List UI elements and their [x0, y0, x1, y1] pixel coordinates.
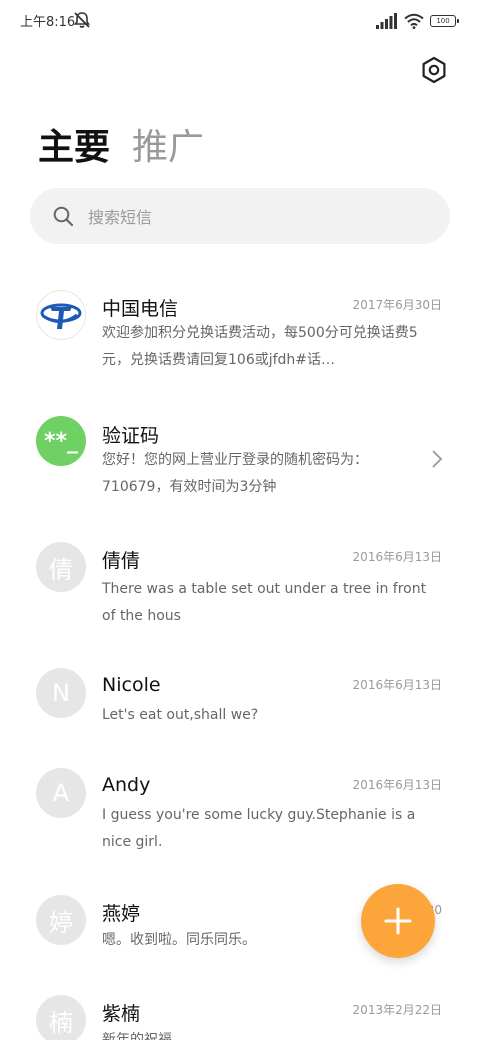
search-bar[interactable] — [30, 188, 450, 244]
status-bar: 上午8:16 100 — [0, 0, 480, 40]
message-date: 2016年6月13日 — [352, 550, 442, 564]
avatar: 楠 — [36, 995, 86, 1040]
contact-name: Andy — [102, 774, 151, 796]
search-input[interactable] — [86, 202, 430, 232]
category-tabs: 主要 推广 — [38, 118, 204, 170]
contact-name: 燕婷 — [102, 903, 141, 925]
conversation-item[interactable]: 倩 倩倩 2016年6月13日 There was a table set ou… — [0, 532, 480, 642]
bell-muted-icon — [73, 12, 91, 28]
status-icons: 100 — [376, 12, 459, 30]
tab-main[interactable]: 主要 — [38, 118, 110, 170]
avatar: N — [36, 668, 86, 718]
conversation-item[interactable]: 楠 紫楠 2013年2月22日 新年的祝福 — [0, 985, 480, 1040]
message-preview: 新年的祝福 — [102, 1032, 172, 1040]
chevron-right-icon[interactable] — [430, 449, 444, 469]
conversation-item[interactable]: **_ 验证码 您好！您的网上营业厅登录的随机密码为：710679，有效时间为3… — [0, 405, 480, 515]
contact-name: 验证码 — [102, 425, 160, 447]
message-date: 2016年6月13日 — [352, 778, 442, 792]
contact-name: Nicole — [102, 674, 161, 696]
message-date: 2017年6月30日 — [352, 298, 442, 312]
message-preview: Let's eat out,shall we? — [102, 707, 259, 723]
status-time: 上午8:16 — [20, 15, 76, 30]
new-message-button[interactable] — [361, 884, 435, 958]
message-preview: There was a table set out under a tree i… — [102, 581, 427, 624]
battery-icon: 100 — [430, 15, 459, 27]
tab-promotions[interactable]: 推广 — [132, 118, 204, 170]
contact-name: 倩倩 — [102, 550, 141, 572]
avatar: 倩 — [36, 542, 86, 592]
settings-button[interactable] — [418, 54, 450, 86]
conversation-item[interactable]: 中国电信 2017年6月30日 欢迎参加积分兑换话费活动，每500分可兑换话费5… — [0, 280, 480, 390]
contact-name: 紫楠 — [102, 1003, 141, 1025]
contact-name: 中国电信 — [102, 298, 179, 320]
message-preview: 您好！您的网上营业厅登录的随机密码为：710679，有效时间为3分钟 — [102, 452, 368, 495]
search-icon — [53, 206, 74, 227]
message-preview: I guess you're some lucky guy.Stephanie … — [102, 807, 416, 850]
battery-level: 100 — [436, 17, 450, 25]
message-date: 2016年6月13日 — [352, 678, 442, 692]
avatar: **_ — [36, 416, 86, 466]
plus-icon — [384, 907, 412, 935]
signal-icon — [376, 13, 397, 29]
telecom-logo-icon — [40, 303, 82, 329]
gear-icon — [422, 56, 446, 84]
conversation-item[interactable]: A Andy 2016年6月13日 I guess you're some lu… — [0, 758, 480, 868]
avatar — [36, 290, 86, 340]
conversation-item[interactable]: N Nicole 2016年6月13日 Let's eat out,shall … — [0, 658, 480, 748]
avatar: A — [36, 768, 86, 818]
wifi-icon — [404, 13, 424, 29]
avatar: 婷 — [36, 895, 86, 945]
message-preview: 欢迎参加积分兑换话费活动，每500分可兑换话费5元，兑换话费请回复106或jfd… — [102, 325, 418, 368]
message-date: 2013年2月22日 — [352, 1003, 442, 1017]
